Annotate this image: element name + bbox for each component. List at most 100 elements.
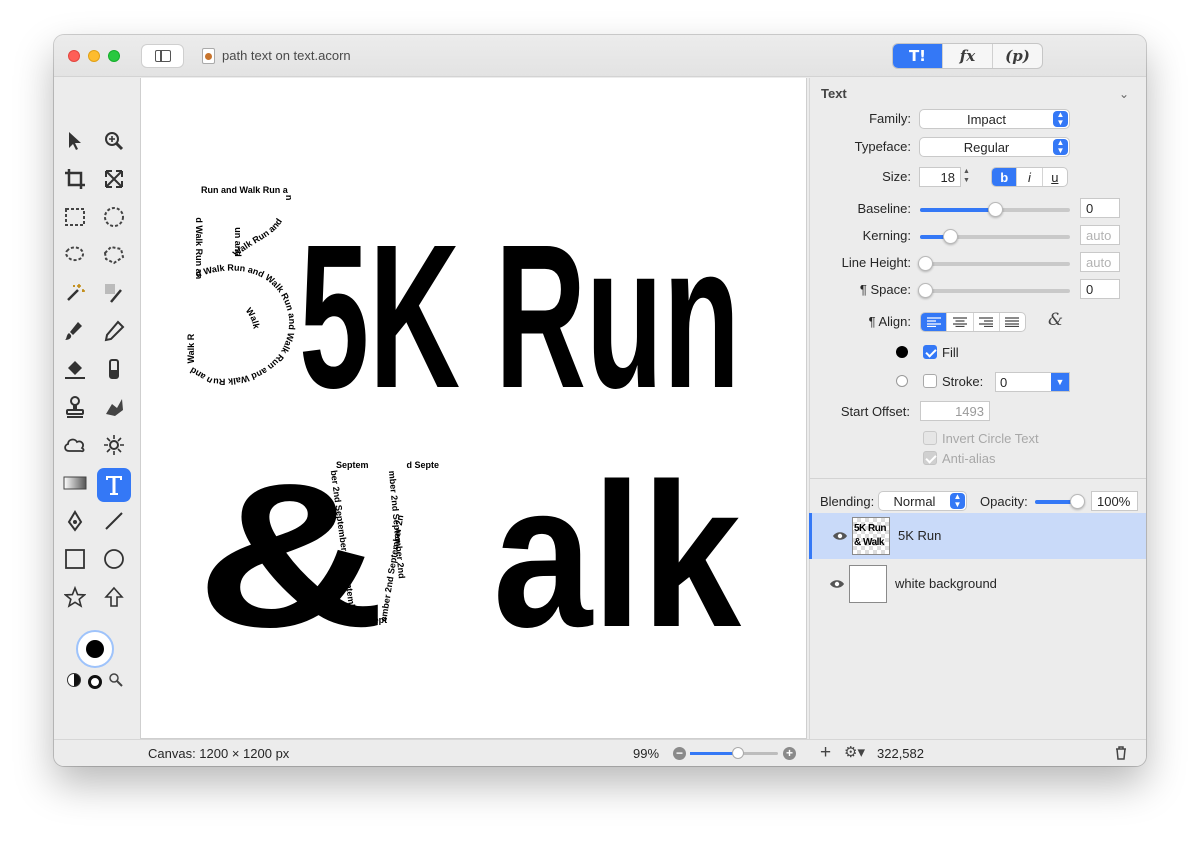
zoom-in-button[interactable]: + bbox=[783, 747, 796, 760]
slider-knob[interactable] bbox=[987, 202, 1003, 217]
pencil-tool-icon[interactable] bbox=[99, 316, 129, 346]
fill-checkbox[interactable] bbox=[923, 345, 937, 359]
typeface-popup[interactable]: Regular ▲ ▼ bbox=[919, 137, 1070, 157]
lasso-tool-icon[interactable] bbox=[60, 240, 90, 270]
window-title: path text on text.acorn bbox=[222, 48, 351, 63]
opacity-label: Opacity: bbox=[980, 494, 1028, 509]
instant-alpha-tool-icon[interactable] bbox=[99, 278, 129, 308]
transform-tool-icon[interactable] bbox=[99, 164, 129, 194]
default-colors-icon[interactable] bbox=[88, 675, 102, 689]
size-field[interactable]: 18 bbox=[919, 167, 961, 187]
line-height-slider[interactable] bbox=[918, 256, 1070, 271]
ellipse-select-tool-icon[interactable] bbox=[99, 202, 129, 232]
layer-thumbnail: 5K Run & Walk bbox=[852, 517, 890, 555]
combobox-chevron-icon[interactable]: ▼ bbox=[1051, 373, 1069, 391]
close-window-button[interactable] bbox=[68, 50, 80, 62]
bold-button[interactable]: b bbox=[992, 168, 1017, 186]
star-tool-icon[interactable] bbox=[60, 582, 90, 612]
stroke-checkbox[interactable] bbox=[923, 374, 937, 388]
inspector-mode-segmented-control[interactable]: T! fx (p) bbox=[892, 43, 1043, 69]
gradient-eraser-tool-icon[interactable] bbox=[99, 354, 129, 384]
blending-popup[interactable]: Normal ▲ ▼ bbox=[878, 491, 967, 511]
gradient-tool-icon[interactable] bbox=[60, 468, 90, 498]
add-layer-button[interactable]: + bbox=[820, 742, 831, 764]
filters-tab[interactable]: fx bbox=[942, 44, 992, 68]
start-offset-label: Start Offset: bbox=[840, 404, 910, 419]
foreground-color-well[interactable] bbox=[76, 630, 114, 668]
canvas-area[interactable]: 5K Run Run and Walk Run and Walk Run and… bbox=[140, 78, 807, 739]
tool-palette-tab[interactable]: T! bbox=[893, 44, 942, 68]
text-tool-icon[interactable] bbox=[97, 468, 131, 502]
line-tool-icon[interactable] bbox=[99, 506, 129, 536]
zoom-slider[interactable] bbox=[690, 747, 778, 759]
clone-stamp-tool-icon[interactable] bbox=[60, 392, 90, 422]
layer-row-5k-run[interactable]: 5K Run & Walk 5K Run bbox=[809, 513, 1146, 559]
slider-knob[interactable] bbox=[732, 747, 745, 759]
bezier-pen-tool-icon[interactable] bbox=[60, 506, 90, 536]
crop-tool-icon[interactable] bbox=[60, 164, 90, 194]
toggle-sidebar-button[interactable] bbox=[141, 44, 184, 68]
ligature-ampersand-icon[interactable]: & bbox=[1048, 310, 1063, 330]
underline-button[interactable]: u bbox=[1041, 168, 1067, 186]
fill-color-swatch[interactable] bbox=[896, 346, 908, 358]
kerning-field[interactable]: auto bbox=[1080, 225, 1120, 245]
stroke-width-combobox[interactable]: 0 ▼ bbox=[995, 372, 1070, 392]
select-tool-icon[interactable] bbox=[60, 126, 90, 156]
swap-colors-icon[interactable] bbox=[67, 673, 81, 687]
line-height-label: Line Height: bbox=[841, 255, 911, 270]
polygon-lasso-tool-icon[interactable] bbox=[99, 240, 129, 270]
baseline-slider[interactable] bbox=[920, 202, 1070, 217]
paragraph-space-field[interactable]: 0 bbox=[1080, 279, 1120, 299]
alignment-buttons bbox=[920, 312, 1026, 332]
stroke-color-swatch[interactable] bbox=[896, 375, 908, 387]
section-title: Text bbox=[821, 86, 847, 101]
minimize-window-button[interactable] bbox=[88, 50, 100, 62]
zoom-window-button[interactable] bbox=[108, 50, 120, 62]
oval-tool-icon[interactable] bbox=[99, 544, 129, 574]
slider-knob[interactable] bbox=[942, 229, 958, 244]
visibility-eye-icon[interactable] bbox=[832, 529, 848, 544]
arrow-shape-tool-icon[interactable] bbox=[99, 582, 129, 612]
magic-wand-tool-icon[interactable] bbox=[60, 278, 90, 308]
zoom-tool-icon[interactable] bbox=[99, 126, 129, 156]
visibility-eye-icon[interactable] bbox=[829, 577, 845, 592]
start-offset-field[interactable]: 1493 bbox=[920, 401, 990, 421]
size-stepper[interactable]: ▲ ▼ bbox=[963, 167, 970, 185]
align-justify-icon[interactable] bbox=[998, 313, 1025, 331]
thumb-line2: & Walk bbox=[854, 537, 884, 548]
align-center-icon[interactable] bbox=[946, 313, 972, 331]
dodge-tool-icon[interactable] bbox=[99, 430, 129, 460]
family-popup[interactable]: Impact ▲ ▼ bbox=[919, 109, 1070, 129]
zoom-out-button[interactable]: − bbox=[673, 747, 686, 760]
brush-tool-icon[interactable] bbox=[60, 316, 90, 346]
color-picker-loupe-icon[interactable] bbox=[108, 672, 124, 691]
burn-tool-icon[interactable] bbox=[60, 430, 90, 460]
cursor-coordinates: 322,582 bbox=[877, 746, 924, 761]
kerning-slider[interactable] bbox=[920, 229, 1070, 244]
paragraph-space-slider[interactable] bbox=[918, 283, 1070, 298]
plugins-tab[interactable]: (p) bbox=[992, 44, 1042, 68]
anti-alias-checkbox[interactable] bbox=[923, 451, 937, 465]
trash-icon[interactable] bbox=[1115, 746, 1127, 763]
baseline-field[interactable]: 0 bbox=[1080, 198, 1120, 218]
slider-knob[interactable] bbox=[1070, 494, 1085, 509]
italic-button[interactable]: i bbox=[1016, 168, 1041, 186]
align-right-icon[interactable] bbox=[972, 313, 999, 331]
rectangle-tool-icon[interactable] bbox=[60, 544, 90, 574]
line-height-field[interactable]: auto bbox=[1080, 252, 1120, 272]
smudge-tool-icon[interactable] bbox=[99, 392, 129, 422]
slider-knob[interactable] bbox=[918, 283, 933, 298]
layer-actions-gear-icon[interactable]: ⚙▾ bbox=[844, 743, 865, 761]
layer-row-white-background[interactable]: white background bbox=[809, 561, 1146, 607]
opacity-field[interactable]: 100% bbox=[1091, 491, 1138, 511]
slider-knob[interactable] bbox=[918, 256, 933, 271]
popup-arrows-icon: ▲ ▼ bbox=[1053, 111, 1068, 127]
inspector-panel: Text ⌄ Family: Impact ▲ ▼ Typeface: Regula… bbox=[809, 78, 1146, 739]
opacity-slider[interactable] bbox=[1035, 494, 1085, 509]
align-left-icon[interactable] bbox=[921, 313, 947, 331]
family-value: Impact bbox=[966, 111, 1006, 127]
invert-circle-text-checkbox[interactable] bbox=[923, 431, 937, 445]
paint-bucket-tool-icon[interactable] bbox=[60, 354, 90, 384]
collapse-section-chevron-icon[interactable]: ⌄ bbox=[1119, 87, 1129, 101]
rect-select-tool-icon[interactable] bbox=[60, 202, 90, 232]
